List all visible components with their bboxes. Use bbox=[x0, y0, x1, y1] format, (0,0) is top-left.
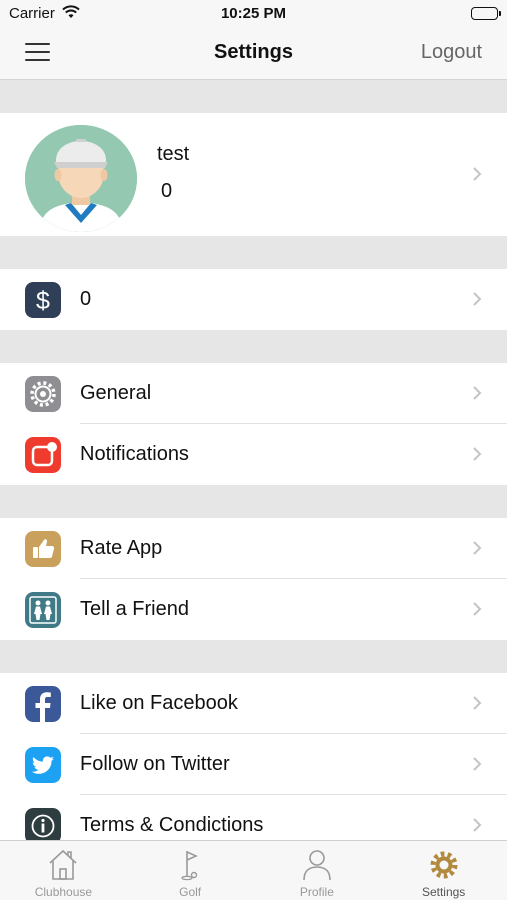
tell-friend-row[interactable]: Tell a Friend bbox=[0, 579, 507, 640]
tab-profile-label: Profile bbox=[299, 885, 334, 899]
gear-icon bbox=[25, 376, 61, 412]
nav-bar: Settings Logout bbox=[0, 28, 507, 80]
clubhouse-icon bbox=[49, 849, 77, 880]
balance-row[interactable]: $ 0 bbox=[0, 269, 507, 330]
battery-icon bbox=[471, 7, 501, 20]
section-spacer bbox=[0, 640, 507, 673]
facebook-icon bbox=[25, 686, 61, 722]
gear-icon bbox=[430, 851, 458, 879]
chevron-right-icon bbox=[473, 818, 482, 832]
rate-app-label: Rate App bbox=[80, 537, 163, 559]
status-bar: Carrier 10:25 PM bbox=[0, 0, 507, 28]
profile-name: test bbox=[157, 143, 190, 165]
tab-bar: Clubhouse Golf Profile Settings bbox=[0, 840, 507, 900]
chevron-right-icon bbox=[473, 541, 482, 555]
facebook-row[interactable]: Like on Facebook bbox=[0, 673, 507, 734]
twitter-icon bbox=[25, 747, 61, 783]
avatar bbox=[25, 125, 137, 232]
tab-golf-label: Golf bbox=[179, 885, 202, 899]
profile-score: 0 bbox=[161, 180, 173, 202]
profile-icon bbox=[303, 850, 331, 881]
info-icon bbox=[25, 808, 61, 840]
preferences-section: General Notifications bbox=[0, 363, 507, 485]
dollar-icon: $ bbox=[25, 282, 61, 318]
balance-value: 0 bbox=[80, 288, 92, 310]
twitter-label: Follow on Twitter bbox=[80, 753, 230, 775]
tab-clubhouse[interactable]: Clubhouse bbox=[0, 841, 127, 900]
section-spacer bbox=[0, 236, 507, 269]
logout-button[interactable]: Logout bbox=[421, 41, 482, 64]
profile-row[interactable]: test 0 bbox=[0, 113, 507, 236]
tab-settings[interactable]: Settings bbox=[380, 841, 507, 900]
general-label: General bbox=[80, 382, 152, 404]
chevron-right-icon bbox=[473, 167, 482, 181]
tab-profile[interactable]: Profile bbox=[254, 841, 381, 900]
thumbs-up-icon bbox=[25, 531, 61, 567]
notifications-row[interactable]: Notifications bbox=[0, 424, 507, 485]
friends-icon bbox=[25, 592, 61, 628]
profile-section: test 0 bbox=[0, 113, 507, 236]
rate-app-row[interactable]: Rate App bbox=[0, 518, 507, 579]
settings-list[interactable]: test 0 $ 0 General Notifications Rate Ap… bbox=[0, 80, 507, 840]
chevron-right-icon bbox=[473, 386, 482, 400]
chevron-right-icon bbox=[473, 757, 482, 771]
tab-golf[interactable]: Golf bbox=[127, 841, 254, 900]
facebook-label: Like on Facebook bbox=[80, 692, 238, 714]
notifications-label: Notifications bbox=[80, 443, 189, 465]
section-spacer bbox=[0, 485, 507, 518]
chevron-right-icon bbox=[473, 602, 482, 616]
golf-flag-icon bbox=[181, 851, 199, 881]
twitter-row[interactable]: Follow on Twitter bbox=[0, 734, 507, 795]
notification-badge-icon bbox=[25, 437, 61, 473]
balance-section: $ 0 bbox=[0, 269, 507, 330]
section-spacer bbox=[0, 80, 507, 113]
terms-label: Terms & Condictions bbox=[80, 814, 264, 836]
share-section: Rate App Tell a Friend bbox=[0, 518, 507, 640]
tell-friend-label: Tell a Friend bbox=[80, 598, 189, 620]
chevron-right-icon bbox=[473, 292, 482, 306]
section-spacer bbox=[0, 330, 507, 363]
tab-clubhouse-label: Clubhouse bbox=[34, 885, 93, 899]
general-row[interactable]: General bbox=[0, 363, 507, 424]
clock: 10:25 PM bbox=[220, 5, 287, 22]
social-section: Like on Facebook Follow on Twitter Terms… bbox=[0, 673, 507, 840]
tab-settings-label: Settings bbox=[421, 885, 466, 899]
chevron-right-icon bbox=[473, 447, 482, 461]
chevron-right-icon bbox=[473, 696, 482, 710]
terms-row[interactable]: Terms & Condictions bbox=[0, 795, 507, 840]
svg-text:$: $ bbox=[36, 287, 50, 315]
